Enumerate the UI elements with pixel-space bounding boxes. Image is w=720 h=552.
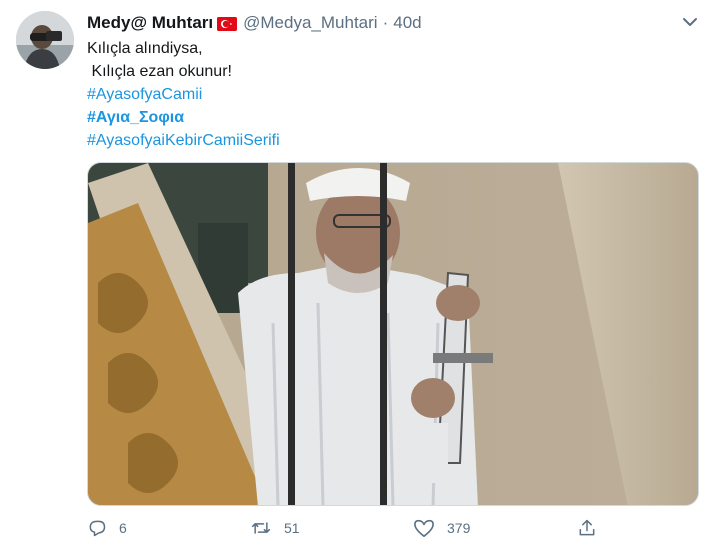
chevron-down-icon[interactable] <box>680 13 700 31</box>
tweet-text-line-2: Kılıçla ezan okunur! <box>87 63 232 80</box>
avatar[interactable] <box>16 11 74 69</box>
tweet-text: Kılıçla alındiysa, Kılıçla ezan okunur! … <box>87 37 280 152</box>
retweet-count: 51 <box>284 520 300 536</box>
share-icon <box>579 519 595 536</box>
like-button[interactable]: 379 <box>413 514 470 542</box>
heart-icon <box>414 519 434 537</box>
reply-count: 6 <box>119 520 127 536</box>
reply-button[interactable]: 6 <box>87 514 127 542</box>
tweet-media-image[interactable] <box>87 162 699 506</box>
like-count: 379 <box>447 520 471 536</box>
hashtag-ayasofyaikebircamiiserifi[interactable]: #AyasofyaiKebirCamiiSerifi <box>87 129 280 152</box>
display-name[interactable]: Medy@ Muhtarı <box>87 13 213 33</box>
tweet-header: Medy@ Muhtarı @Medya_Muhtari · 40d <box>87 12 422 34</box>
share-button[interactable] <box>577 514 597 542</box>
imam-with-sword-photo <box>88 163 698 505</box>
reply-icon <box>89 520 106 537</box>
tweet-actions: 6 51 379 <box>87 514 607 542</box>
separator-dot: · <box>382 13 389 32</box>
retweet-button[interactable]: 51 <box>250 514 300 542</box>
avatar-photo <box>16 11 74 69</box>
retweet-icon <box>251 522 271 534</box>
user-handle[interactable]: @Medya_Muhtari <box>243 13 377 33</box>
hashtag-ayasofyacamii[interactable]: #AyasofyaCamii <box>87 83 280 106</box>
timestamp[interactable]: 40d <box>393 13 421 33</box>
hashtag-agia-sofia[interactable]: #Αγια_Σοφια <box>87 106 280 129</box>
tweet-text-line-1: Kılıçla alındiysa, <box>87 40 203 57</box>
turkey-flag-icon <box>217 17 238 31</box>
tweet[interactable]: Medy@ Muhtarı @Medya_Muhtari · 40d Kılıç… <box>0 0 720 552</box>
